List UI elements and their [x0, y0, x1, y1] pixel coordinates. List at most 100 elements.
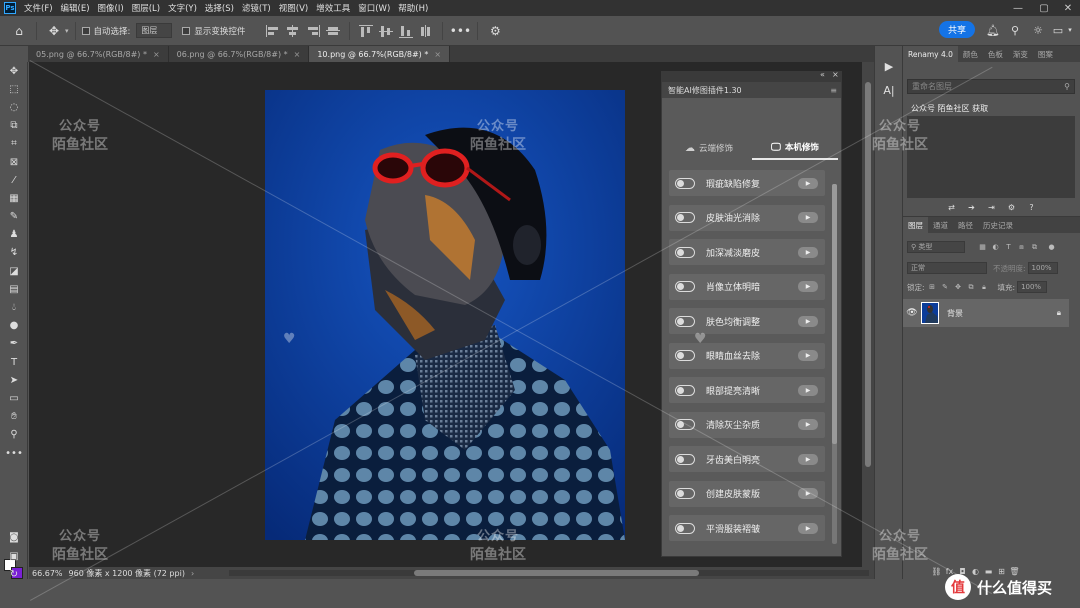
feature-row[interactable]: 瑕疵缺陷修复 ▶ [669, 170, 825, 196]
feature-toggle[interactable] [675, 522, 695, 534]
menu-filter[interactable]: 滤镜(T) [242, 2, 271, 14]
play-icon[interactable]: ▶ [875, 54, 903, 78]
play-icon[interactable]: ▶ [798, 453, 818, 465]
close-tab-icon[interactable]: × [153, 50, 160, 59]
tab-history[interactable]: 历史记录 [978, 217, 1018, 233]
tab-renamy[interactable]: Renamy 4.0 [903, 46, 958, 62]
play-icon[interactable]: ▶ [798, 522, 818, 534]
tab-05[interactable]: 05.png @ 66.7%(RGB/8#) * × [28, 46, 169, 62]
layer-filter-dropdown[interactable]: ⚲ 类型 [907, 241, 965, 253]
type-tool-icon[interactable]: T [0, 353, 28, 371]
lock-move-icon[interactable]: ✥ [953, 282, 964, 293]
play-icon[interactable]: ▶ [798, 488, 818, 499]
align-top-icon[interactable] [358, 24, 374, 38]
tab-paths[interactable]: 路径 [953, 217, 978, 233]
document-image[interactable] [265, 90, 625, 540]
align-bottom-icon[interactable] [398, 24, 414, 38]
rectangle-tool-icon[interactable]: ▭ [0, 389, 28, 407]
link-icon[interactable]: ⛓ [930, 567, 943, 576]
blur-tool-icon[interactable]: 💧︎ [0, 298, 28, 316]
feature-row[interactable]: 眼部提亮清晰 ▶ [669, 377, 825, 403]
lock-artboard-icon[interactable]: ⧉ [966, 282, 977, 293]
menu-plugins[interactable]: 增效工具 [316, 2, 350, 14]
play-icon[interactable]: ▶ [798, 419, 818, 430]
feature-toggle[interactable] [675, 281, 695, 292]
scrollbar-thumb[interactable] [832, 184, 837, 444]
feature-row[interactable]: 眼睛血丝去除 ▶ [669, 342, 825, 369]
tab-gradients[interactable]: 渐变 [1008, 46, 1033, 62]
quick-mask-icon[interactable]: ◙ [0, 528, 28, 546]
feature-row[interactable]: 加深减淡磨皮 ▶ [669, 239, 825, 265]
tab-color[interactable]: 颜色 [958, 46, 983, 62]
checkbox-box[interactable] [81, 26, 90, 35]
fill-input[interactable]: 100% [1017, 281, 1048, 293]
blend-mode-dropdown[interactable]: 正常 [907, 262, 987, 274]
object-select-tool-icon[interactable]: ⧉ [0, 117, 28, 135]
crop-tool-icon[interactable]: ⌗ [0, 135, 28, 153]
chevron-down-icon[interactable]: ▾ [1065, 22, 1075, 38]
close-icon[interactable]: ✕ [1056, 0, 1080, 16]
show-transform-checkbox[interactable]: 显示变换控件 [182, 25, 245, 37]
hand-tool-icon[interactable]: ✋︎ [0, 408, 28, 426]
close-tab-icon[interactable]: × [434, 50, 441, 59]
menu-view[interactable]: 视图(V) [279, 2, 308, 14]
brush-tool-icon[interactable]: ✎ [0, 208, 28, 226]
eye-icon[interactable]: 👁︎ [903, 308, 921, 318]
auto-select-dropdown[interactable]: 图层 [136, 23, 173, 38]
filter-shape-icon[interactable]: ⧈ [1016, 242, 1027, 253]
panel-menu-icon[interactable]: ≡ [830, 86, 837, 95]
pen-tool-icon[interactable]: ✒ [0, 335, 28, 353]
eyedropper-tool-icon[interactable]: ⁄ [0, 171, 28, 189]
feature-row[interactable]: 肤色均衡调整 ▶ [669, 308, 825, 334]
feature-row[interactable]: 清除灰尘杂质 ▶ [669, 411, 825, 438]
tab-layers[interactable]: 图层 [903, 217, 928, 233]
rename-icon[interactable]: ⇄ [945, 201, 959, 213]
feature-toggle[interactable] [675, 246, 695, 258]
tab-swatches[interactable]: 色板 [983, 46, 1008, 62]
feature-row[interactable]: 肖像立体明暗 ▶ [669, 273, 825, 300]
character-panel-icon[interactable]: A| [875, 78, 903, 102]
arrow-right-icon[interactable]: ➔ [965, 201, 979, 213]
healing-brush-tool-icon[interactable]: ▦ [0, 189, 28, 207]
chevron-down-icon[interactable]: ▾ [65, 27, 69, 35]
align-distribute-icon[interactable] [325, 24, 341, 38]
scrollbar-thumb[interactable] [414, 570, 699, 576]
zoom-level[interactable]: 66.67% [29, 569, 69, 578]
filter-toggle-icon[interactable]: ● [1046, 242, 1057, 253]
play-icon[interactable]: ▶ [798, 350, 818, 361]
gear-icon[interactable]: ⚙ [1005, 201, 1019, 213]
edit-toolbar-icon[interactable]: ••• [0, 444, 28, 462]
feature-row[interactable]: 创建皮肤蒙版 ▶ [669, 480, 825, 507]
filter-adjust-icon[interactable]: ◐ [990, 242, 1001, 253]
opacity-input[interactable]: 100% [1027, 262, 1058, 274]
rename-input[interactable]: 重命名图层 ⚲ [907, 79, 1075, 94]
play-icon[interactable]: ▶ [798, 212, 818, 223]
auto-select-checkbox[interactable]: 自动选择: [81, 25, 130, 37]
dodge-tool-icon[interactable]: ● [0, 317, 28, 335]
menu-image[interactable]: 图像(I) [98, 2, 124, 14]
align-distribute-v-icon[interactable] [418, 24, 434, 38]
gear-icon[interactable]: ⚙ [484, 20, 506, 42]
stamp-tool-icon[interactable]: ♟ [0, 226, 28, 244]
bell-icon[interactable]: 🔔︎ [985, 22, 1001, 38]
feature-toggle[interactable] [675, 453, 695, 465]
move-tool-icon[interactable]: ✥ [0, 62, 28, 80]
frame-tool-icon[interactable]: ⊠ [0, 153, 28, 171]
play-icon[interactable]: ▶ [798, 246, 818, 258]
feature-toggle[interactable] [675, 488, 695, 499]
play-icon[interactable]: ▶ [798, 177, 818, 189]
lasso-tool-icon[interactable]: ◌ [0, 98, 28, 116]
close-icon[interactable]: × [832, 70, 839, 79]
align-middle-v-icon[interactable] [378, 24, 394, 38]
search-icon[interactable]: ⚲ [1007, 22, 1023, 38]
menu-type[interactable]: 文字(Y) [168, 2, 197, 14]
next-icon[interactable]: ⇥ [985, 201, 999, 213]
more-options-icon[interactable]: ••• [449, 20, 471, 42]
align-left-icon[interactable] [265, 24, 281, 38]
menu-help[interactable]: 帮助(H) [398, 2, 428, 14]
tab-local-retouch[interactable]: 🖵︎ 本机修饰 [752, 136, 838, 160]
marquee-tool-icon[interactable]: ⬚ [0, 80, 28, 98]
lock-paint-icon[interactable]: ✎ [940, 282, 951, 293]
filter-type-icon[interactable]: T [1003, 242, 1014, 253]
feature-toggle[interactable] [675, 384, 695, 396]
